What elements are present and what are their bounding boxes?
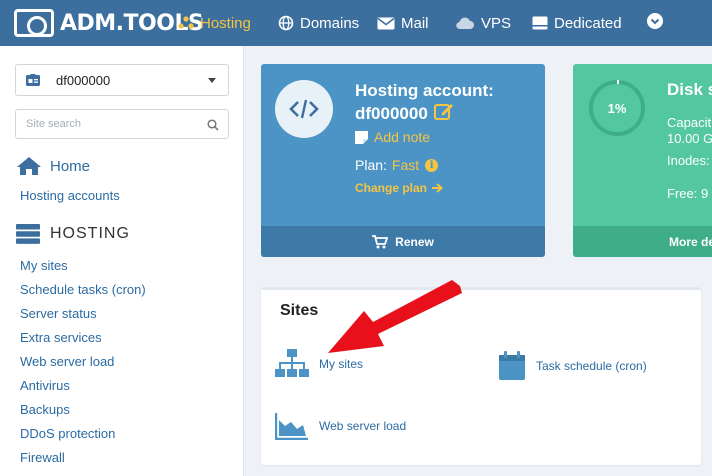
nav-vps-label: VPS [481,14,512,32]
sites-link-task-schedule[interactable]: Task schedule (cron) [498,351,647,381]
area-chart-icon [275,413,308,440]
disk-inodes-label: Inodes: [667,153,710,168]
server-icon [532,16,548,30]
logo[interactable]: ADM.TOOLS [14,9,204,37]
sidebar-home-label: Home [50,157,91,175]
sites-title: Sites [280,302,319,319]
add-note-label: Add note [374,129,431,145]
sites-link-my-sites-label: My sites [319,357,364,371]
add-note-link[interactable]: Add note [355,129,430,145]
sitemap-icon [275,349,309,377]
sites-link-task-schedule-label: Task schedule (cron) [536,359,647,373]
chevron-down-icon [647,13,663,33]
sites-link-my-sites[interactable]: My sites [275,349,363,379]
sidebar-item-schedule-tasks[interactable]: Schedule tasks (cron) [20,282,146,297]
site-search-input[interactable] [16,110,196,138]
disk-capacity-value: 10.00 G [667,131,712,146]
sidebar-home[interactable]: Home [16,156,90,176]
top-nav: ADM.TOOLS Hosting Domains Mail VPS Dedic… [0,0,712,46]
site-search [15,109,229,139]
sidebar-item-web-server-load[interactable]: Web server load [20,354,114,369]
envelope-icon [377,17,395,30]
server-stack-icon [16,224,40,244]
nav-mail-label: Mail [401,14,429,32]
change-plan-link[interactable]: Change plan [355,181,444,195]
plan-row: Plan: Fast i [355,157,439,173]
cloud-icon [455,16,475,30]
id-card-icon [26,74,40,86]
sites-link-web-server-load[interactable]: Web server load [275,412,406,440]
logo-mark-icon [14,9,54,37]
code-icon [275,80,333,138]
search-icon[interactable] [207,118,219,136]
caret-down-icon [208,78,216,83]
change-plan-label: Change plan [355,181,428,195]
sidebar-section-title: HOSTING [50,225,130,242]
hosting-account-name-row: df000000 [355,102,454,125]
arrow-right-icon [432,183,444,193]
hosting-account-card: Hosting account: df000000 Add note Plan:… [261,64,545,257]
nav-more-button[interactable] [647,0,663,46]
disk-space-card: 1% Disk s Capacit 10.00 G Inodes: Free: … [573,64,712,257]
sidebar-item-backups[interactable]: Backups [20,402,70,417]
disk-card-title: Disk s [667,80,712,99]
sites-panel: Sites My sites Task schedule (cron) Web … [261,287,701,465]
nav-dedicated-label: Dedicated [554,14,622,32]
sidebar-item-ddos[interactable]: DDoS protection [20,426,115,441]
nav-mail[interactable]: Mail [377,0,429,46]
sidebar-item-my-sites[interactable]: My sites [20,258,68,273]
home-icon [17,157,41,175]
plan-label: Plan: [355,157,387,173]
globe-icon [278,15,294,31]
sidebar-item-antivirus[interactable]: Antivirus [20,378,70,393]
nav-hosting[interactable]: Hosting [178,0,251,46]
sidebar-item-server-status[interactable]: Server status [20,306,97,321]
disk-free-label: Free: 9 [667,186,709,201]
disk-usage-percent: 1% [607,100,627,116]
disk-capacity-label: Capacit [667,115,712,130]
nav-vps[interactable]: VPS [455,0,511,46]
nav-domains-label: Domains [300,14,360,32]
plan-value: Fast [391,157,420,173]
sidebar: df000000 Home Hosting accounts HOSTING M… [0,46,244,476]
sidebar-item-extra-services[interactable]: Extra services [20,330,102,345]
account-select[interactable]: df000000 [15,64,229,96]
info-icon[interactable]: i [425,158,439,172]
sidebar-section-hosting: HOSTING [16,224,130,244]
account-select-value: df000000 [56,72,111,88]
nav-dedicated[interactable]: Dedicated [532,0,622,46]
sites-link-web-server-load-label: Web server load [319,419,407,433]
cart-icon [372,234,389,248]
renew-label: Renew [395,234,434,249]
edit-icon[interactable] [433,102,454,125]
sidebar-item-firewall[interactable]: Firewall [20,450,65,465]
disk-more-details-button[interactable]: More de [573,226,712,257]
note-icon [355,130,368,144]
sidebar-hosting-accounts[interactable]: Hosting accounts [20,188,120,203]
nav-hosting-label: Hosting [200,14,251,32]
hosting-card-title: Hosting account: [355,81,494,100]
calendar-icon [499,351,525,380]
nav-domains[interactable]: Domains [278,0,359,46]
disk-more-label: More de [669,234,712,249]
hosting-account-name: df000000 [355,103,428,123]
hosting-icon [178,16,194,30]
renew-button[interactable]: Renew [261,226,545,257]
